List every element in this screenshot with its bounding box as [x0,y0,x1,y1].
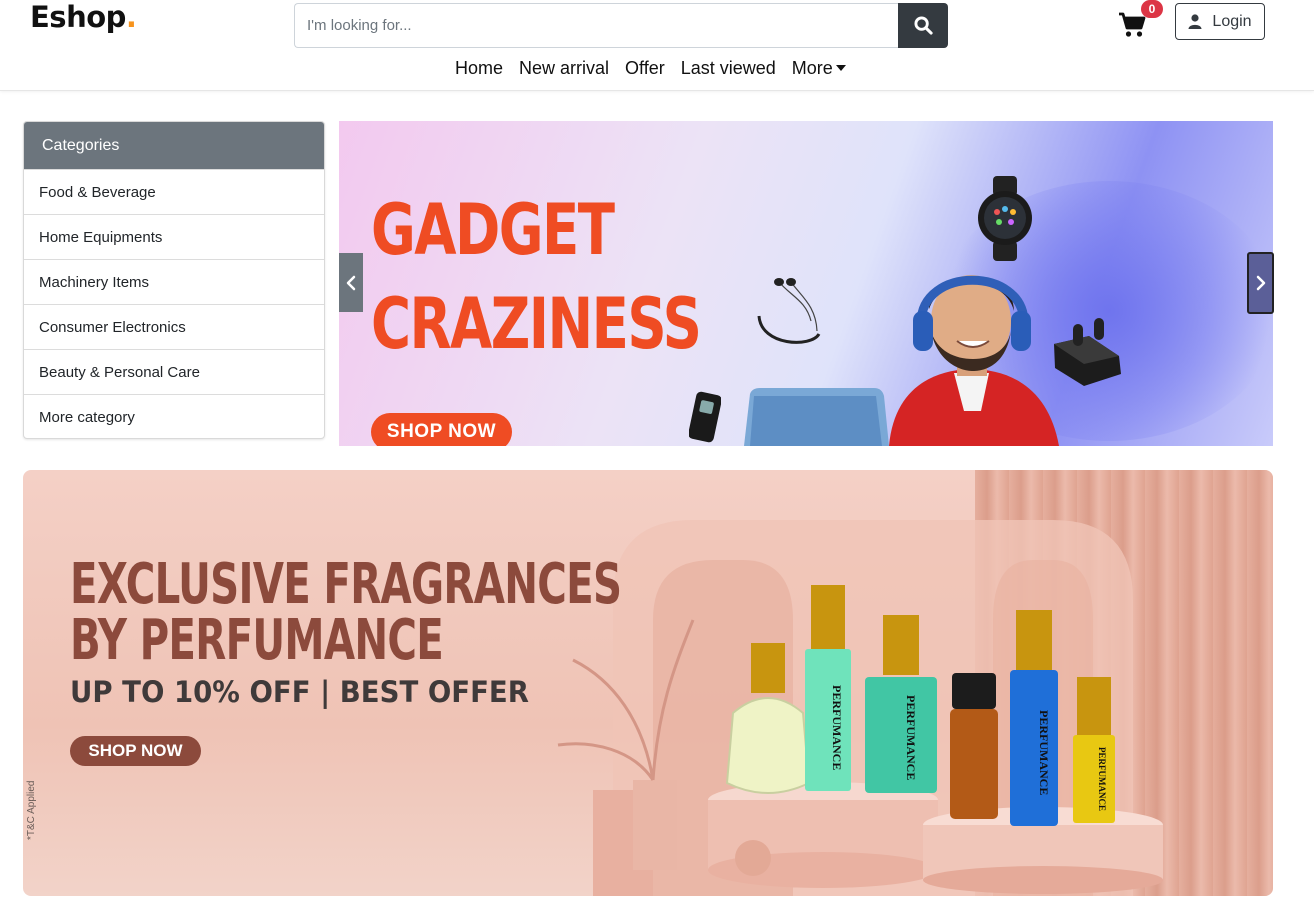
search-bar [294,3,948,48]
perfume-bottle-mint: PERFUMANCE [805,585,851,791]
perfume-bottles-group: PERFUMANCE PERFUMANCE PERFUMANCE PERFUMA… [723,585,1163,835]
perfume-bottle-amber [950,673,998,819]
hero-carousel-slide[interactable]: GADGET CRAZINESS SHOP NOW [339,121,1273,446]
search-input[interactable] [294,3,898,48]
category-food-beverage[interactable]: Food & Beverage [24,169,324,214]
bottle-brand-label: PERFUMANCE [1037,710,1051,795]
smartwatch-image [978,176,1032,261]
category-more[interactable]: More category [24,394,324,438]
perfume-bottle-clear [725,643,811,794]
gadget-shop-now-button[interactable]: SHOP NOW [371,413,512,446]
nav-last-viewed[interactable]: Last viewed [673,58,784,79]
carousel-next-button[interactable] [1247,252,1274,314]
bottle-brand-label: PERFUMANCE [1097,747,1107,811]
nav-home[interactable]: Home [447,58,511,79]
plant-image [557,619,695,870]
login-label: Login [1212,12,1252,30]
shopping-cart-icon [1119,12,1146,37]
nav-more-dropdown[interactable]: More [784,58,854,79]
nav-offer[interactable]: Offer [617,58,673,79]
category-machinery-items[interactable]: Machinery Items [24,259,324,304]
nav-new-arrival[interactable]: New arrival [511,58,617,79]
carousel-prev-button[interactable] [339,253,363,312]
power-bank-image [689,391,721,443]
perfume-bottle-blue: PERFUMANCE [1010,610,1058,826]
man-with-headphones-image [889,275,1059,446]
category-consumer-electronics[interactable]: Consumer Electronics [24,304,324,349]
promo-subtitle: UP TO 10% OFF | BEST OFFER [70,675,529,709]
categories-panel: Categories Food & Beverage Home Equipmen… [23,121,325,439]
main-nav: Home New arrival Offer Last viewed More [447,58,854,79]
categories-header: Categories [24,122,324,169]
search-button[interactable] [898,3,948,48]
caret-down-icon [835,65,846,71]
cart-count-badge: 0 [1141,0,1163,18]
neckband-earphones-image [757,278,821,344]
chevron-left-icon [346,275,356,290]
user-icon [1188,14,1202,29]
bottle-brand-label: PERFUMANCE [904,695,918,780]
nav-more-label: More [791,58,833,78]
category-beauty-personal-care[interactable]: Beauty & Personal Care [24,349,324,394]
perfume-bottle-yellow: PERFUMANCE [1073,677,1115,823]
site-header: Eshop. 0 Login Home New arrival Offer La… [0,0,1314,91]
perfume-shop-now-button[interactable]: SHOP NOW [70,736,201,766]
decorative-sphere [735,840,771,876]
slide-title-line1: GADGET [371,189,615,271]
bottle-brand-label: PERFUMANCE [830,685,844,770]
search-icon [913,16,933,35]
perfume-promo-banner[interactable]: EXCLUSIVE FRAGRANCES BY PERFUMANCE UP TO… [23,470,1273,896]
login-button[interactable]: Login [1175,3,1265,40]
site-logo[interactable]: Eshop. [30,0,137,34]
chevron-right-icon [1256,275,1265,291]
slide-title-line2: CRAZINESS [371,283,702,365]
cart-button[interactable] [1118,12,1148,40]
promo-title-line2: BY PERFUMANCE [70,608,444,673]
perfume-bottle-green: PERFUMANCE [865,615,937,793]
category-home-equipments[interactable]: Home Equipments [24,214,324,259]
terms-disclaimer: *T&C Applied [26,780,37,840]
